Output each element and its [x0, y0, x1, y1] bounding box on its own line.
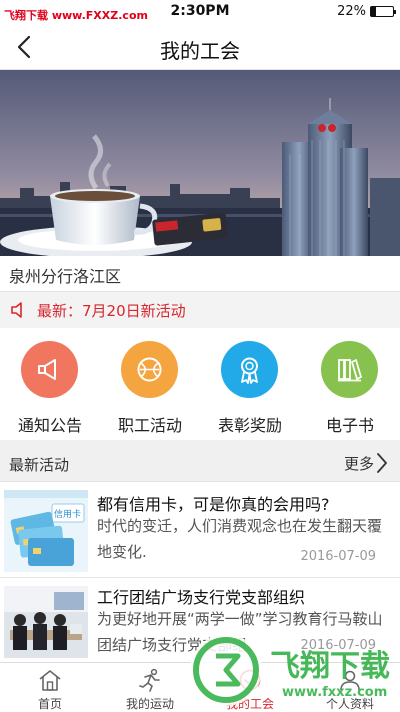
tab-home[interactable]: 首页 — [0, 663, 100, 712]
news-ticker[interactable]: 最新：7月20日新活动 — [0, 292, 400, 328]
category-circle — [21, 341, 78, 398]
nav-bar: 我的工会 — [0, 26, 400, 70]
battery-indicator: 22% — [337, 4, 396, 19]
watermark-url: www.fxxz.com — [282, 685, 387, 700]
category-circle — [121, 341, 178, 398]
category-label: 通知公告 — [17, 416, 82, 435]
banner-image[interactable] — [0, 70, 400, 256]
branch-name: 泉州分行洛江区 — [9, 267, 122, 286]
category-notice[interactable]: 通知公告 — [0, 336, 100, 440]
category-label: 职工活动 — [117, 416, 182, 435]
home-icon — [39, 670, 61, 691]
city-coffee-banner — [0, 70, 400, 256]
category-awards[interactable]: 表彰奖励 — [200, 336, 300, 440]
category-label: 电子书 — [325, 416, 374, 435]
category-label: 表彰奖励 — [217, 416, 282, 435]
category-circle — [221, 341, 278, 398]
tab-my-sports[interactable]: 我的运动 — [100, 663, 200, 712]
running-icon — [139, 668, 160, 692]
tab-label: 我的运动 — [125, 697, 174, 711]
page-title: 我的工会 — [160, 39, 240, 63]
branch-name-bar: 泉州分行洛江区 — [0, 256, 400, 292]
status-bar: 飞翔下载 www.FXXZ.com 2:30PM 22% — [0, 0, 400, 26]
activity-title: 工行团结广场支行党支部组织 — [97, 588, 306, 607]
books-icon — [338, 359, 362, 382]
activity-thumbnail: 信用卡 — [4, 490, 88, 572]
medal-icon — [241, 357, 258, 384]
speaker-icon — [11, 302, 22, 318]
more-label: 更多 — [343, 454, 374, 473]
thumb-text: 信用卡 — [54, 508, 81, 520]
megaphone-icon — [38, 359, 56, 380]
tab-label: 首页 — [37, 697, 62, 711]
chevron-right-icon — [377, 453, 387, 473]
latest-activities-header: 最新活动 更多 — [0, 446, 400, 482]
list-item[interactable]: 信用卡 都有信用卡，可是你真的会用吗? 时代的变迁，人们消费观念也在发生翻天覆地… — [0, 482, 400, 578]
battery-icon — [370, 6, 396, 17]
site-watermark: 飞翔下载 www.fxxz.com — [186, 628, 400, 712]
news-text: 最新：7月20日新活动 — [37, 302, 186, 320]
activity-title: 都有信用卡，可是你真的会用吗? — [97, 495, 330, 514]
category-ebook[interactable]: 电子书 — [300, 336, 400, 440]
activity-thumbnail — [4, 586, 88, 658]
watermark-brand: 飞翔下载 — [270, 649, 390, 684]
more-button[interactable]: 更多 — [344, 452, 388, 474]
section-title: 最新活动 — [9, 456, 70, 474]
ball-icon — [137, 357, 162, 382]
activity-date: 2016-07-09 — [300, 549, 376, 564]
category-grid: 通知公告 职工活动 表彰奖励 电子书 — [0, 336, 400, 440]
category-staff-activity[interactable]: 职工活动 — [100, 336, 200, 440]
battery-percent: 22% — [337, 4, 366, 19]
category-circle — [321, 341, 378, 398]
